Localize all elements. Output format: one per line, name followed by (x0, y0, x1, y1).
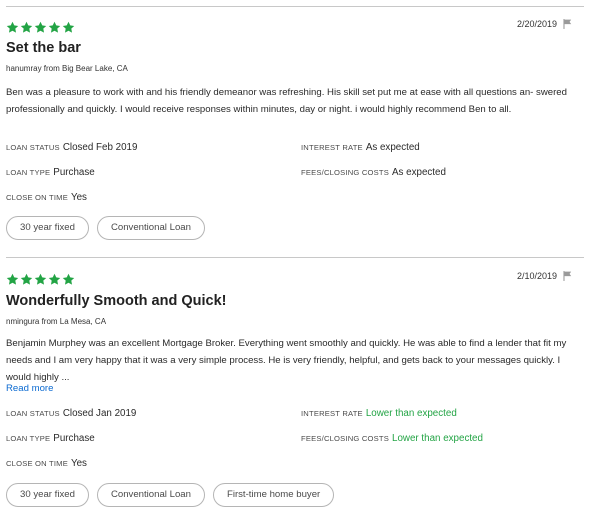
loan-type-label: LOAN TYPE (6, 168, 51, 177)
star-icon (34, 273, 47, 286)
tag-list: 30 year fixed Conventional Loan First-ti… (6, 483, 335, 507)
loan-type-value: Purchase (53, 433, 95, 444)
close-on-time-value: Yes (70, 458, 87, 469)
star-icon (6, 273, 19, 286)
divider (6, 6, 584, 7)
review-body: Ben was a pleasure to work with and his … (6, 87, 567, 115)
flag-icon[interactable] (563, 19, 572, 29)
star-icon (48, 21, 61, 34)
close-on-time: CLOSE ON TIME Yes (6, 192, 87, 203)
closing-costs: FEES/CLOSING COSTS Lower than expected (301, 433, 483, 444)
review-author: hanumray from Big Bear Lake, CA (6, 64, 128, 73)
tag-list: 30 year fixed Conventional Loan (6, 216, 205, 240)
flag-icon[interactable] (563, 271, 572, 281)
closing-costs: FEES/CLOSING COSTS As expected (301, 167, 446, 178)
loan-type-value: Purchase (53, 167, 95, 178)
star-icon (6, 21, 19, 34)
star-icon (62, 273, 75, 286)
loan-type-label: LOAN TYPE (6, 434, 51, 443)
loan-status-label: LOAN STATUS (6, 143, 60, 152)
loan-status: LOAN STATUS Closed Feb 2019 (6, 142, 137, 153)
closing-costs-value: As expected (392, 167, 446, 178)
review-body: Benjamin Murphey was an excellent Mortga… (6, 338, 567, 383)
tag-chip[interactable]: Conventional Loan (96, 216, 205, 240)
interest-rate-label: INTEREST RATE (301, 143, 363, 152)
closing-costs-label: FEES/CLOSING COSTS (301, 434, 389, 443)
star-icon (48, 273, 61, 286)
closing-costs-value: Lower than expected (392, 433, 483, 444)
loan-type: LOAN TYPE Purchase (6, 167, 95, 178)
star-icon (34, 21, 47, 34)
interest-rate: INTEREST RATE As expected (301, 142, 420, 153)
tag-chip[interactable]: 30 year fixed (6, 483, 89, 507)
review-date: 2/20/2019 (516, 19, 557, 29)
loan-type: LOAN TYPE Purchase (6, 433, 95, 444)
interest-rate-value: As expected (365, 142, 420, 153)
loan-status-value: Closed Feb 2019 (62, 142, 138, 153)
read-more-link[interactable]: Read more (6, 383, 53, 394)
review-author: nmingura from La Mesa, CA (6, 317, 107, 326)
star-icon (20, 21, 33, 34)
star-icon (20, 273, 33, 286)
tag-chip[interactable]: First-time home buyer (212, 483, 335, 507)
tag-chip[interactable]: 30 year fixed (6, 216, 89, 240)
review-title: Wonderfully Smooth and Quick! (6, 293, 227, 309)
interest-rate-label: INTEREST RATE (301, 409, 363, 418)
loan-status: LOAN STATUS Closed Jan 2019 (6, 408, 136, 419)
interest-rate: INTEREST RATE Lower than expected (301, 408, 457, 419)
star-rating (6, 21, 75, 34)
tag-chip[interactable]: Conventional Loan (96, 483, 205, 507)
closing-costs-label: FEES/CLOSING COSTS (301, 168, 389, 177)
review-title: Set the bar (6, 40, 81, 56)
loan-status-value: Closed Jan 2019 (62, 408, 137, 419)
review-date: 2/10/2019 (516, 271, 557, 281)
loan-status-label: LOAN STATUS (6, 409, 60, 418)
divider (6, 257, 584, 258)
close-on-time-label: CLOSE ON TIME (6, 193, 68, 202)
close-on-time-label: CLOSE ON TIME (6, 459, 68, 468)
interest-rate-value: Lower than expected (365, 408, 457, 419)
close-on-time-value: Yes (70, 192, 87, 203)
star-rating (6, 273, 75, 286)
star-icon (62, 21, 75, 34)
close-on-time: CLOSE ON TIME Yes (6, 458, 87, 469)
